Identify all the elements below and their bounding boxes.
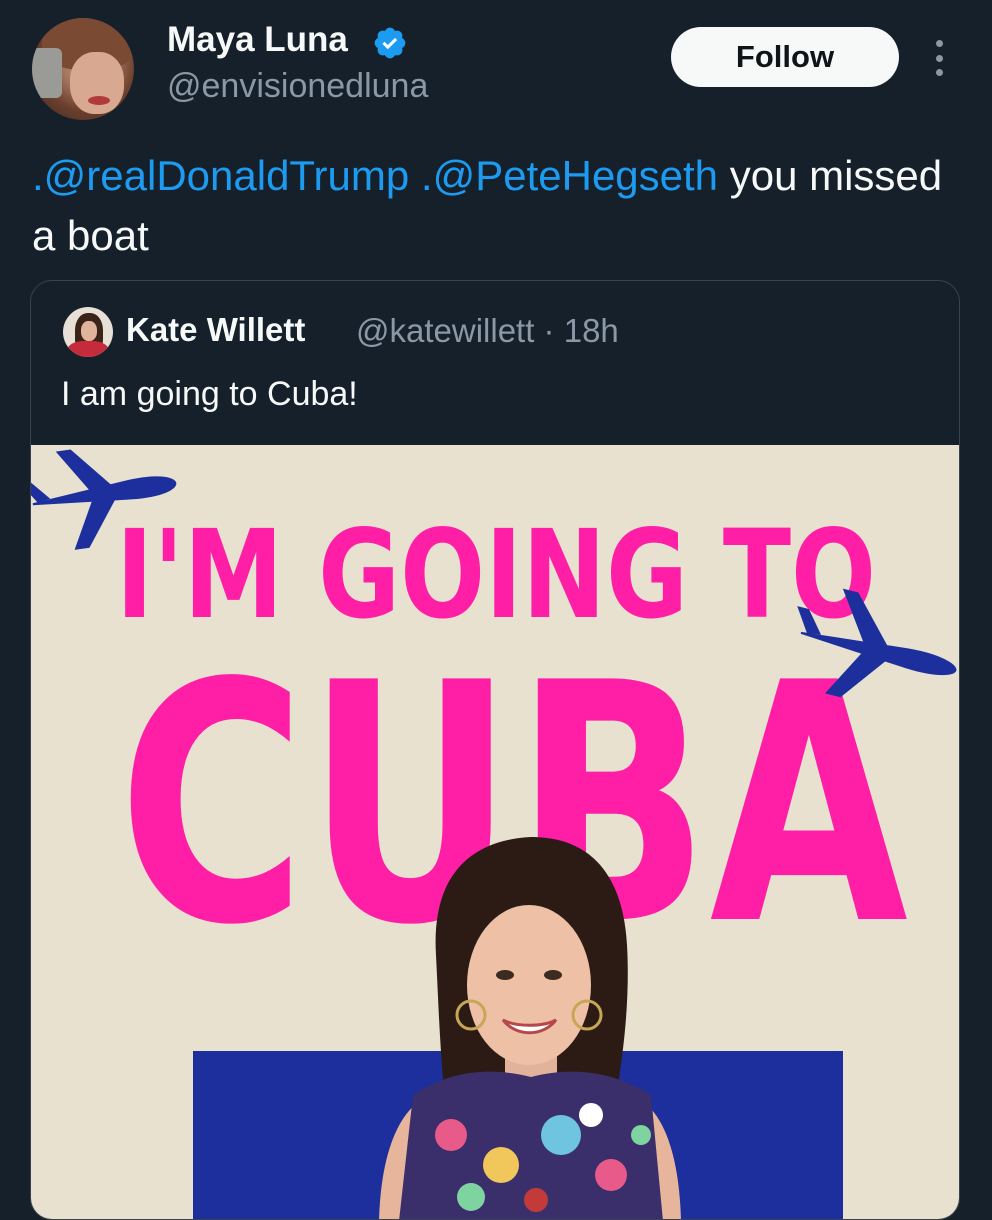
quoted-author-avatar[interactable] [63,307,113,357]
quoted-media-image[interactable]: I'M GOING TO CUBA [31,445,959,1219]
author-avatar[interactable] [32,18,134,120]
verified-badge-icon [374,27,406,59]
quoted-handle-time[interactable]: @katewillett · 18h [356,312,619,350]
quoted-tweet-text: I am going to Cuba! [61,375,358,413]
mention-link[interactable]: .@realDonaldTrump [32,152,409,199]
mention-link[interactable]: .@PeteHegseth [421,152,718,199]
author-handle[interactable]: @envisionedluna [167,67,428,106]
follow-button[interactable]: Follow [671,27,899,87]
author-display-name[interactable]: Maya Luna [167,20,348,60]
quoted-tweet-card[interactable]: Kate Willett @katewillett · 18h I am goi… [30,280,960,1220]
quoted-author-name[interactable]: Kate Willett [126,311,305,349]
more-vertical-icon[interactable] [925,38,953,78]
tweet-text: .@realDonaldTrump .@PeteHegseth you miss… [32,146,952,266]
